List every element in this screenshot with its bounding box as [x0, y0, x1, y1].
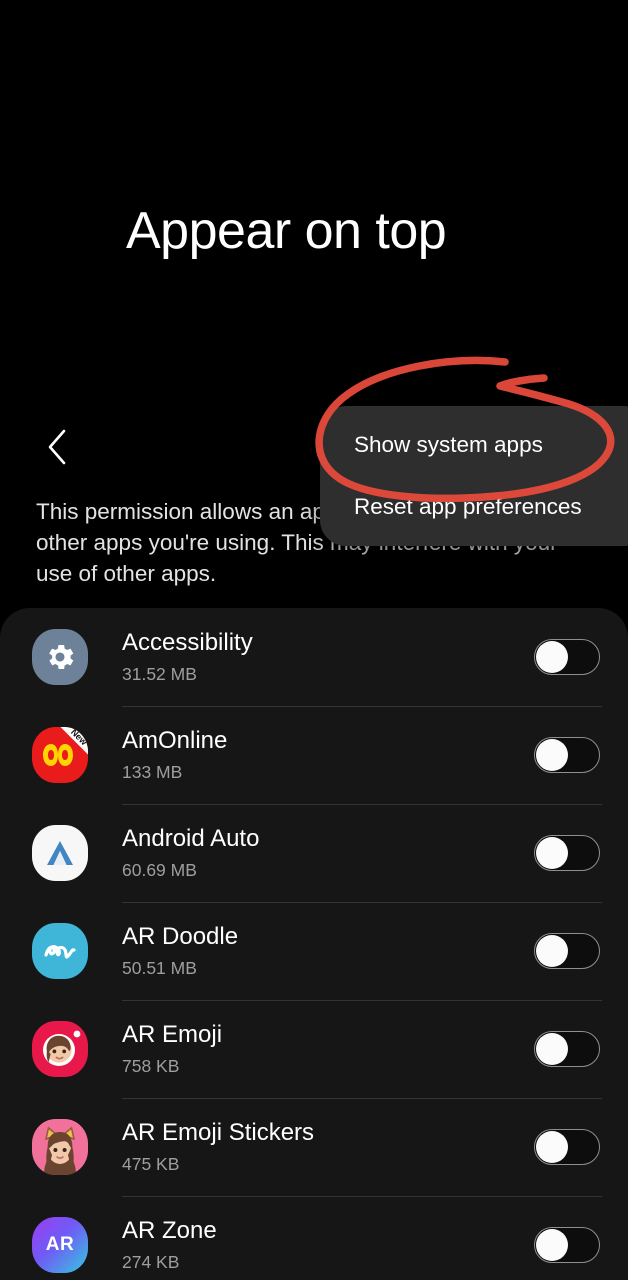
app-row-android-auto[interactable]: Android Auto 60.69 MB: [0, 804, 628, 902]
app-info: AR Emoji Stickers 475 KB: [122, 1119, 534, 1176]
menu-item-show-system-apps[interactable]: Show system apps: [320, 414, 628, 476]
chevron-left-icon: [44, 427, 70, 467]
app-toggle-android-auto[interactable]: [534, 835, 600, 871]
app-info: AmOnline 133 MB: [122, 727, 534, 784]
app-name: Accessibility: [122, 628, 253, 656]
app-size: 50.51 MB: [122, 958, 197, 979]
toggle-knob: [536, 641, 568, 673]
toggle-knob: [536, 739, 568, 771]
app-name: AR Doodle: [122, 922, 239, 950]
app-size: 133 MB: [122, 762, 183, 783]
app-row-ar-zone[interactable]: AR AR Zone 274 KB: [0, 1196, 628, 1280]
menu-item-reset-app-preferences[interactable]: Reset app preferences: [320, 476, 628, 538]
app-toggle-amonline[interactable]: [534, 737, 600, 773]
settings-screen: Appear on top This permission allows an …: [0, 0, 628, 1280]
toggle-knob: [536, 1033, 568, 1065]
app-size: 758 KB: [122, 1056, 180, 1077]
app-size: 475 KB: [122, 1154, 180, 1175]
app-name: Android Auto: [122, 824, 260, 852]
app-toggle-ar-emoji[interactable]: [534, 1031, 600, 1067]
app-row-ar-emoji-stickers[interactable]: AR Emoji Stickers 475 KB: [0, 1098, 628, 1196]
app-size: 31.52 MB: [122, 664, 197, 685]
ar-emoji-stickers-icon: [32, 1119, 88, 1175]
app-list: Accessibility 31.52 MB New AmOnline 133 …: [0, 608, 628, 1280]
app-row-ar-emoji[interactable]: AR Emoji 758 KB: [0, 1000, 628, 1098]
app-name: AR Emoji: [122, 1020, 223, 1048]
toggle-knob: [536, 935, 568, 967]
ar-emoji-icon: [32, 1021, 88, 1077]
app-name: AR Emoji Stickers: [122, 1118, 315, 1146]
ar-doodle-icon: [32, 923, 88, 979]
app-toggle-ar-doodle[interactable]: [534, 933, 600, 969]
app-row-ar-doodle[interactable]: AR Doodle 50.51 MB: [0, 902, 628, 1000]
app-row-accessibility[interactable]: Accessibility 31.52 MB: [0, 608, 628, 706]
app-name: AmOnline: [122, 726, 228, 754]
ar-zone-icon: AR: [32, 1217, 88, 1273]
app-info: AR Emoji 758 KB: [122, 1021, 534, 1078]
app-info: AR Doodle 50.51 MB: [122, 923, 534, 980]
new-badge: New: [58, 727, 88, 757]
toggle-knob: [536, 1131, 568, 1163]
toggle-knob: [536, 1229, 568, 1261]
app-info: AR Zone 274 KB: [122, 1217, 534, 1274]
accessibility-gear-icon: [32, 629, 88, 685]
app-row-amonline[interactable]: New AmOnline 133 MB: [0, 706, 628, 804]
app-size: 274 KB: [122, 1252, 180, 1273]
ar-zone-label: AR: [45, 1234, 75, 1255]
app-size: 60.69 MB: [122, 860, 197, 881]
app-toggle-ar-zone[interactable]: [534, 1227, 600, 1263]
amonline-icon: New: [32, 727, 88, 783]
app-toggle-ar-emoji-stickers[interactable]: [534, 1129, 600, 1165]
app-toggle-accessibility[interactable]: [534, 639, 600, 675]
android-auto-icon: [32, 825, 88, 881]
back-button[interactable]: [26, 416, 88, 478]
toggle-knob: [536, 837, 568, 869]
overflow-menu: Show system apps Reset app preferences: [320, 406, 628, 546]
app-info: Android Auto 60.69 MB: [122, 825, 534, 882]
page-title: Appear on top: [126, 202, 447, 260]
app-name: AR Zone: [122, 1216, 217, 1244]
new-badge-label: New: [58, 727, 88, 757]
app-info: Accessibility 31.52 MB: [122, 629, 534, 686]
